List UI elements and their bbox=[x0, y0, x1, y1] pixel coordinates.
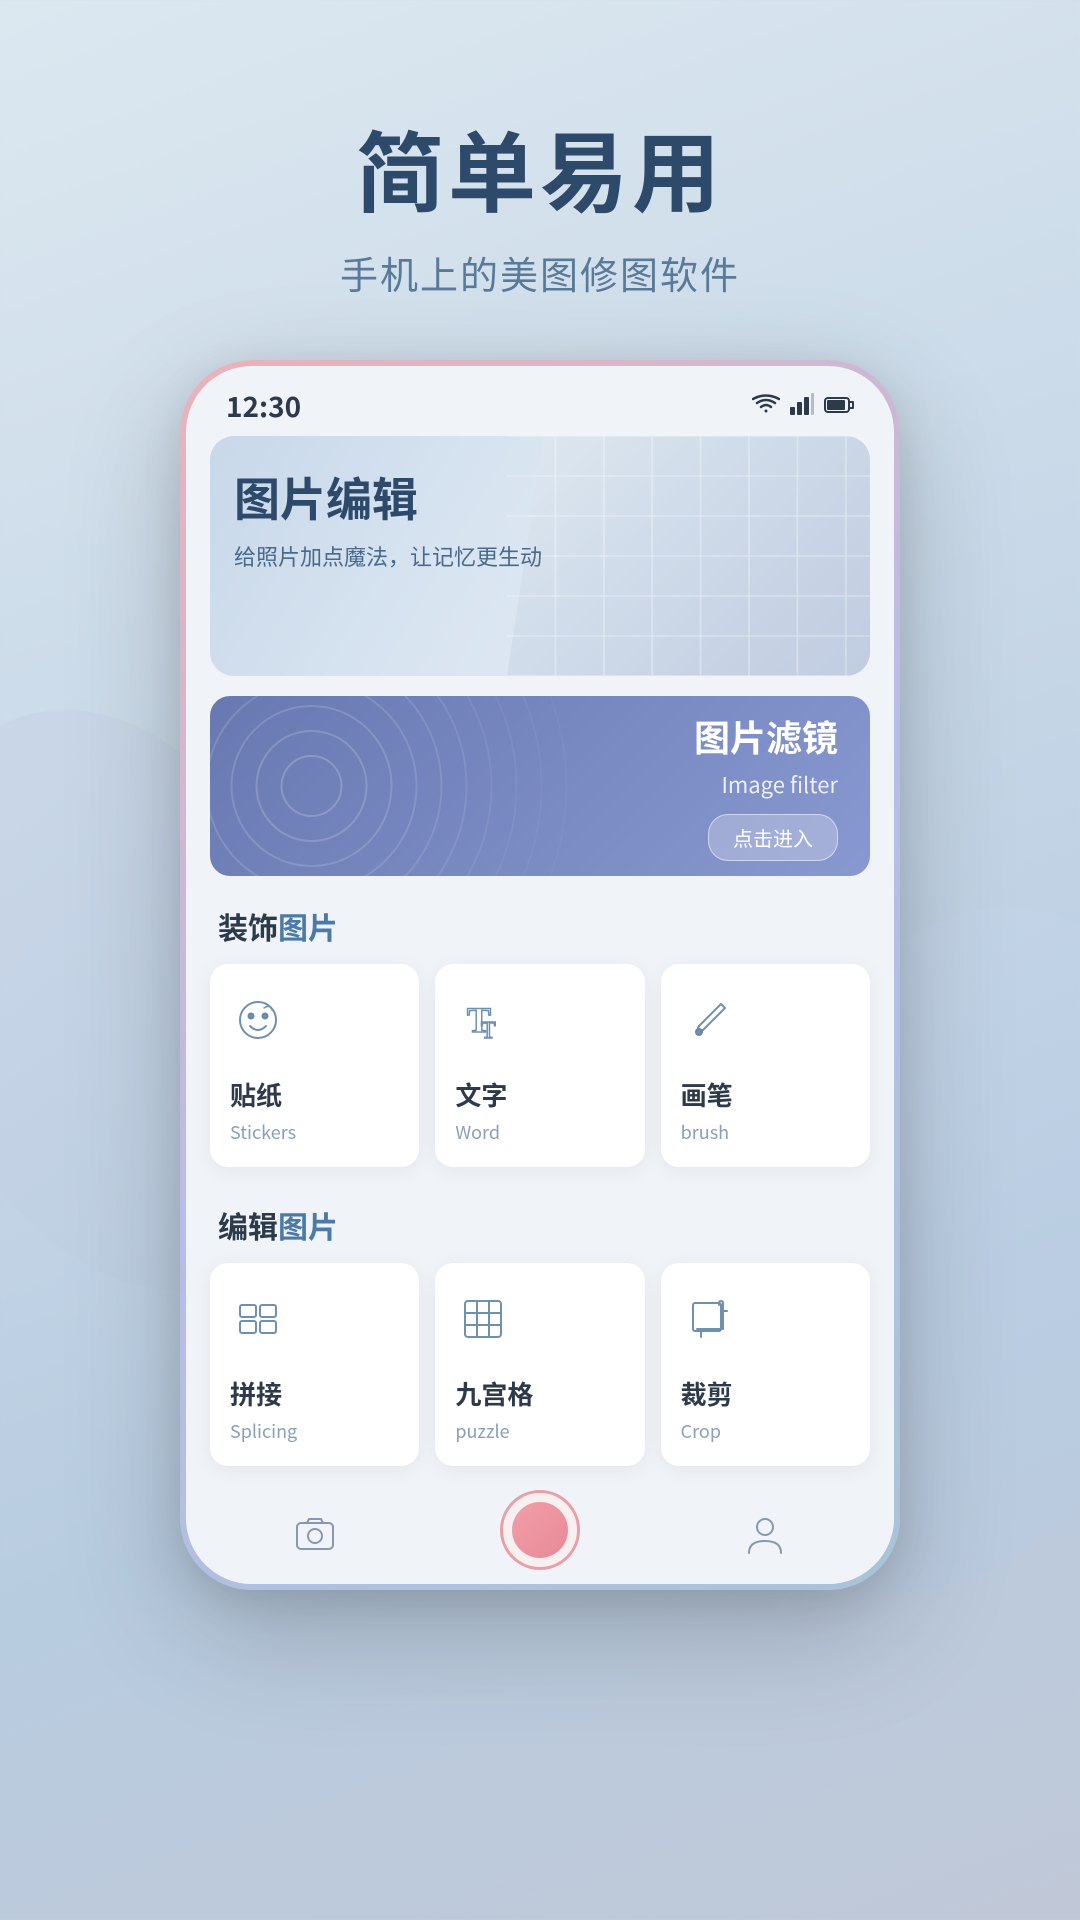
edit-section-header: 编辑图片 bbox=[186, 1175, 894, 1263]
edit-tools-grid: 拼接 Splicing 九宫格 puzz bbox=[186, 1263, 894, 1474]
sticker-name-en: Stickers bbox=[230, 1119, 296, 1145]
phone-bottom bbox=[186, 1474, 894, 1584]
text-icon: T T bbox=[455, 992, 511, 1048]
brush-name-cn: 画笔 bbox=[681, 1076, 733, 1113]
hero-banner: 图片编辑 给照片加点魔法，让记忆更生动 bbox=[210, 436, 870, 676]
hero-sub-text: 给照片加点魔法，让记忆更生动 bbox=[234, 540, 542, 572]
crop-name-en: Crop bbox=[681, 1418, 721, 1444]
splicing-icon bbox=[230, 1291, 286, 1347]
nav-item-photo[interactable] bbox=[290, 1510, 340, 1560]
text-name-cn: 文字 bbox=[455, 1076, 507, 1113]
nav-photo-icon bbox=[290, 1510, 340, 1560]
main-title: 简单易用 bbox=[0, 120, 1080, 217]
brush-name-en: brush bbox=[681, 1119, 729, 1145]
crop-name-cn: 裁剪 bbox=[681, 1375, 733, 1412]
puzzle-name-cn: 九宫格 bbox=[455, 1375, 533, 1412]
sticker-name-cn: 贴纸 bbox=[230, 1076, 282, 1113]
tool-puzzle[interactable]: 九宫格 puzzle bbox=[435, 1263, 644, 1466]
nav-item-person[interactable] bbox=[740, 1510, 790, 1560]
filter-card[interactable]: 图片滤镜 Image filter 点击进入 bbox=[210, 696, 870, 876]
filter-title-en: Image filter bbox=[694, 768, 838, 800]
sub-title: 手机上的美图修图软件 bbox=[0, 245, 1080, 300]
phone-mockup: 12:30 bbox=[180, 360, 900, 1590]
building-grid bbox=[507, 436, 870, 676]
crop-icon bbox=[681, 1291, 737, 1347]
status-time: 12:30 bbox=[226, 386, 301, 426]
text-name-en: Word bbox=[455, 1119, 500, 1145]
nav-person-icon bbox=[740, 1510, 790, 1560]
puzzle-name-en: puzzle bbox=[455, 1418, 509, 1444]
signal-icon bbox=[790, 390, 814, 422]
tool-crop[interactable]: 裁剪 Crop bbox=[661, 1263, 870, 1466]
bottom-nav bbox=[210, 1490, 870, 1560]
status-bar: 12:30 bbox=[186, 366, 894, 436]
status-icons bbox=[752, 390, 854, 422]
tool-splicing[interactable]: 拼接 Splicing bbox=[210, 1263, 419, 1466]
nav-item-center[interactable] bbox=[500, 1490, 580, 1560]
nav-center-inner bbox=[512, 1502, 568, 1558]
sticker-icon bbox=[230, 992, 286, 1048]
phone-wrapper: 12:30 bbox=[0, 360, 1080, 1590]
puzzle-icon bbox=[455, 1291, 511, 1347]
hero-main-text: 图片编辑 bbox=[234, 464, 542, 530]
svg-text:T: T bbox=[481, 1018, 496, 1044]
header-section: 简单易用 手机上的美图修图软件 bbox=[0, 0, 1080, 360]
tool-stickers[interactable]: 贴纸 Stickers bbox=[210, 964, 419, 1167]
hero-text-area: 图片编辑 给照片加点魔法，让记忆更生动 bbox=[234, 464, 542, 572]
filter-enter-button[interactable]: 点击进入 bbox=[708, 814, 838, 861]
tool-text[interactable]: T T 文字 Word bbox=[435, 964, 644, 1167]
splicing-name-en: Splicing bbox=[230, 1418, 297, 1444]
filter-waves bbox=[210, 696, 573, 876]
decorate-tools-grid: 贴纸 Stickers T T 文字 Word bbox=[186, 964, 894, 1175]
battery-icon bbox=[824, 390, 854, 422]
splicing-name-cn: 拼接 bbox=[230, 1375, 282, 1412]
phone-screen: 12:30 bbox=[186, 366, 894, 1584]
wifi-icon bbox=[752, 390, 780, 422]
decorate-section-header: 装饰图片 bbox=[186, 876, 894, 964]
nav-center-button[interactable] bbox=[500, 1490, 580, 1570]
brush-icon bbox=[681, 992, 737, 1048]
tool-brush[interactable]: 画笔 brush bbox=[661, 964, 870, 1167]
filter-card-content: 图片滤镜 Image filter 点击进入 bbox=[694, 710, 838, 861]
filter-title-cn: 图片滤镜 bbox=[694, 710, 838, 762]
